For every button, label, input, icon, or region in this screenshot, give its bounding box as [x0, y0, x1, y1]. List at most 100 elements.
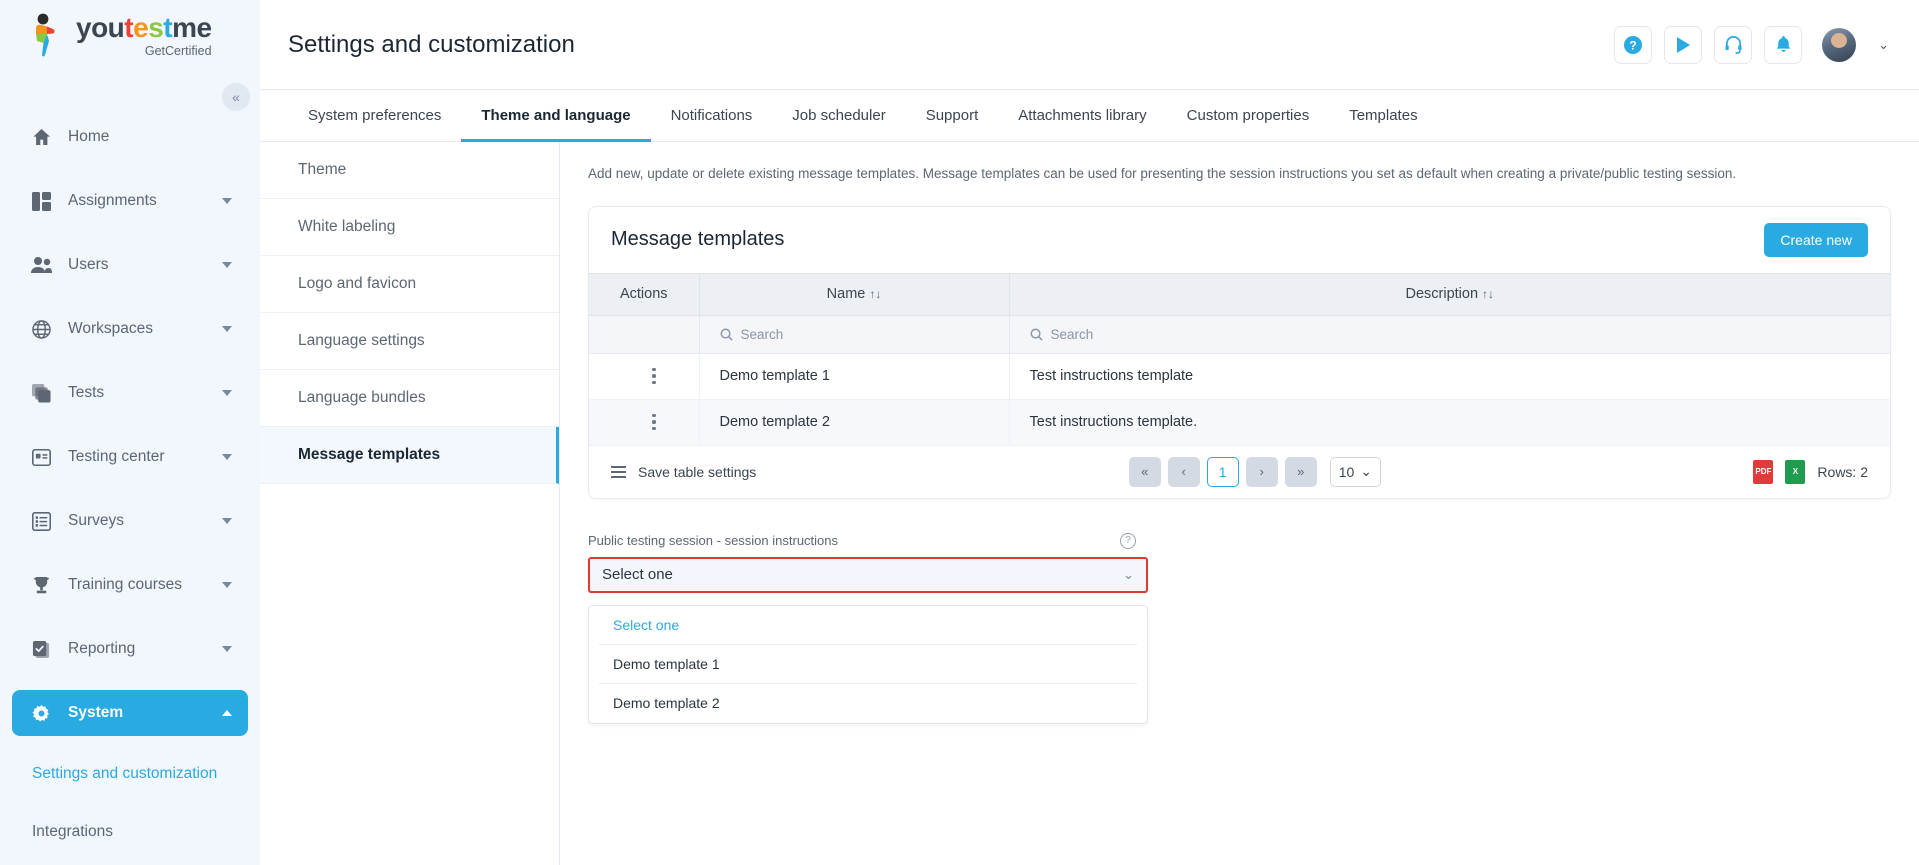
row-name-cell: Demo template 2: [699, 399, 1010, 446]
sidebar-subitem-integrations[interactable]: Integrations: [0, 812, 260, 852]
prev-page-button[interactable]: ‹: [1167, 456, 1200, 487]
tab-system-preferences[interactable]: System preferences: [288, 90, 461, 142]
chevron-up-icon: [222, 710, 232, 716]
tab-attachments-library[interactable]: Attachments library: [998, 90, 1166, 142]
table-settings-icon[interactable]: [611, 465, 626, 478]
sort-icon[interactable]: ↑↓: [1482, 287, 1494, 301]
create-new-button[interactable]: Create new: [1764, 222, 1868, 257]
sidebar-collapse-icon[interactable]: «: [222, 83, 250, 111]
page-title: Settings and customization: [288, 30, 575, 58]
brand-name: youtestme: [76, 12, 212, 44]
next-page-button[interactable]: ›: [1245, 456, 1278, 487]
page-size-select[interactable]: 10 ⌄: [1329, 456, 1382, 487]
headset-support-icon[interactable]: [1714, 25, 1753, 64]
select-option-demo-template-1[interactable]: Demo template 1: [599, 645, 1137, 684]
play-icon[interactable]: [1664, 25, 1703, 64]
search-icon: [720, 328, 733, 341]
export-excel-icon[interactable]: X: [1785, 459, 1806, 484]
sidebar-item-home[interactable]: Home: [12, 114, 248, 160]
message-templates-table: Actions Name ↑↓ Description ↑↓ Search Se…: [589, 272, 1890, 446]
subnav-item-language-settings[interactable]: Language settings: [260, 313, 559, 370]
sidebar-item-users[interactable]: Users: [12, 242, 248, 288]
chevron-down-icon: [222, 646, 232, 652]
sidebar-item-training-courses[interactable]: Training courses: [12, 562, 248, 608]
session-instructions-select-block: Public testing session - session instruc…: [588, 532, 1148, 724]
globe-icon: [28, 318, 54, 340]
sidebar-item-surveys[interactable]: Surveys: [12, 498, 248, 544]
sidebar-item-testing-center[interactable]: Testing center: [12, 434, 248, 480]
subnav-item-language-bundles[interactable]: Language bundles: [260, 370, 559, 427]
testing-center-icon: [28, 446, 54, 468]
content-panel: Add new, update or delete existing messa…: [560, 142, 1919, 865]
row-description-cell: Test instructions template: [1009, 353, 1890, 400]
row-actions-menu-icon[interactable]: [609, 367, 699, 385]
column-header-name[interactable]: Name ↑↓: [699, 272, 1010, 316]
row-actions-cell[interactable]: [589, 399, 700, 446]
section-hint: Add new, update or delete existing messa…: [588, 166, 1737, 181]
tab-support[interactable]: Support: [906, 90, 999, 142]
sidebar-item-label: Users: [68, 256, 109, 273]
search-icon: [1030, 328, 1043, 341]
subnav-item-message-templates[interactable]: Message templates: [260, 427, 559, 484]
chevron-down-icon: ⌄: [1360, 463, 1373, 480]
page-body: Theme White labeling Logo and favicon La…: [260, 142, 1919, 865]
table-row[interactable]: Demo template 2 Test instructions templa…: [589, 399, 1890, 446]
chevron-down-icon: [222, 198, 232, 204]
table-search-row: Search Search: [589, 315, 1890, 354]
chevron-down-icon[interactable]: ⌄: [1878, 37, 1889, 53]
sidebar-item-system[interactable]: System: [12, 690, 248, 736]
sub-navigation: Theme White labeling Logo and favicon La…: [260, 142, 560, 865]
sidebar-item-reporting[interactable]: Reporting: [12, 626, 248, 672]
export-pdf-icon[interactable]: PDF: [1753, 459, 1774, 484]
pagination: « ‹ 1 › » 10 ⌄: [770, 456, 1739, 487]
subnav-item-logo-and-favicon[interactable]: Logo and favicon: [260, 256, 559, 313]
sidebar-subitem-settings-and-customization[interactable]: Settings and customization: [0, 754, 260, 794]
tab-custom-properties[interactable]: Custom properties: [1167, 90, 1330, 142]
page-size-value: 10: [1338, 463, 1355, 480]
tab-templates[interactable]: Templates: [1329, 90, 1437, 142]
help-icon[interactable]: ?: [1614, 25, 1653, 64]
avatar[interactable]: [1822, 27, 1857, 62]
row-description-cell: Test instructions template.: [1009, 399, 1890, 446]
sort-icon[interactable]: ↑↓: [869, 287, 881, 301]
app-root: youtestme GetCertified « Home Assignment…: [0, 0, 1919, 865]
column-header-actions[interactable]: Actions: [589, 272, 700, 316]
column-header-description[interactable]: Description ↑↓: [1009, 272, 1890, 316]
save-table-settings[interactable]: Save table settings: [611, 464, 756, 480]
row-name-cell: Demo template 1: [699, 353, 1010, 400]
search-cell-name[interactable]: Search: [699, 315, 1010, 354]
brand-logo[interactable]: youtestme GetCertified: [0, 0, 260, 72]
select-options-menu: Select one Demo template 1 Demo template…: [588, 604, 1148, 724]
row-actions-cell[interactable]: [589, 353, 700, 400]
search-cell-description[interactable]: Search: [1009, 315, 1890, 354]
sidebar: youtestme GetCertified « Home Assignment…: [0, 0, 260, 865]
table-row[interactable]: Demo template 1 Test instructions templa…: [589, 353, 1890, 400]
subnav-item-theme[interactable]: Theme: [260, 142, 559, 199]
tab-notifications[interactable]: Notifications: [651, 90, 773, 142]
select-value: Select one: [602, 566, 673, 584]
assignments-icon: [28, 190, 54, 212]
sidebar-item-label: System: [68, 704, 124, 721]
sidebar-item-workspaces[interactable]: Workspaces: [12, 306, 248, 352]
bell-notifications-icon[interactable]: [1764, 25, 1803, 64]
sidebar-item-tests[interactable]: Tests: [12, 370, 248, 416]
select-option-demo-template-2[interactable]: Demo template 2: [599, 684, 1137, 723]
session-instructions-select[interactable]: Select one ⌄: [588, 556, 1148, 593]
current-page-button[interactable]: 1: [1206, 456, 1239, 487]
sidebar-item-label: Assignments: [68, 192, 157, 209]
row-actions-menu-icon[interactable]: [609, 413, 699, 431]
select-label: Public testing session - session instruc…: [588, 533, 839, 549]
tab-job-scheduler[interactable]: Job scheduler: [772, 90, 905, 142]
last-page-button[interactable]: »: [1284, 456, 1317, 487]
top-header: Settings and customization ? ⌄: [260, 0, 1919, 90]
tab-theme-and-language[interactable]: Theme and language: [461, 90, 650, 142]
info-help-icon[interactable]: ?: [1120, 532, 1136, 549]
subnav-item-white-labeling[interactable]: White labeling: [260, 199, 559, 256]
surveys-icon: [28, 510, 54, 532]
sidebar-item-label: Home: [68, 128, 110, 145]
first-page-button[interactable]: «: [1128, 456, 1161, 487]
sidebar-item-assignments[interactable]: Assignments: [12, 178, 248, 224]
select-option-placeholder[interactable]: Select one: [599, 606, 1137, 645]
sidebar-item-label: Training courses: [68, 576, 183, 593]
footer-right: PDF X Rows: 2: [1753, 459, 1868, 484]
